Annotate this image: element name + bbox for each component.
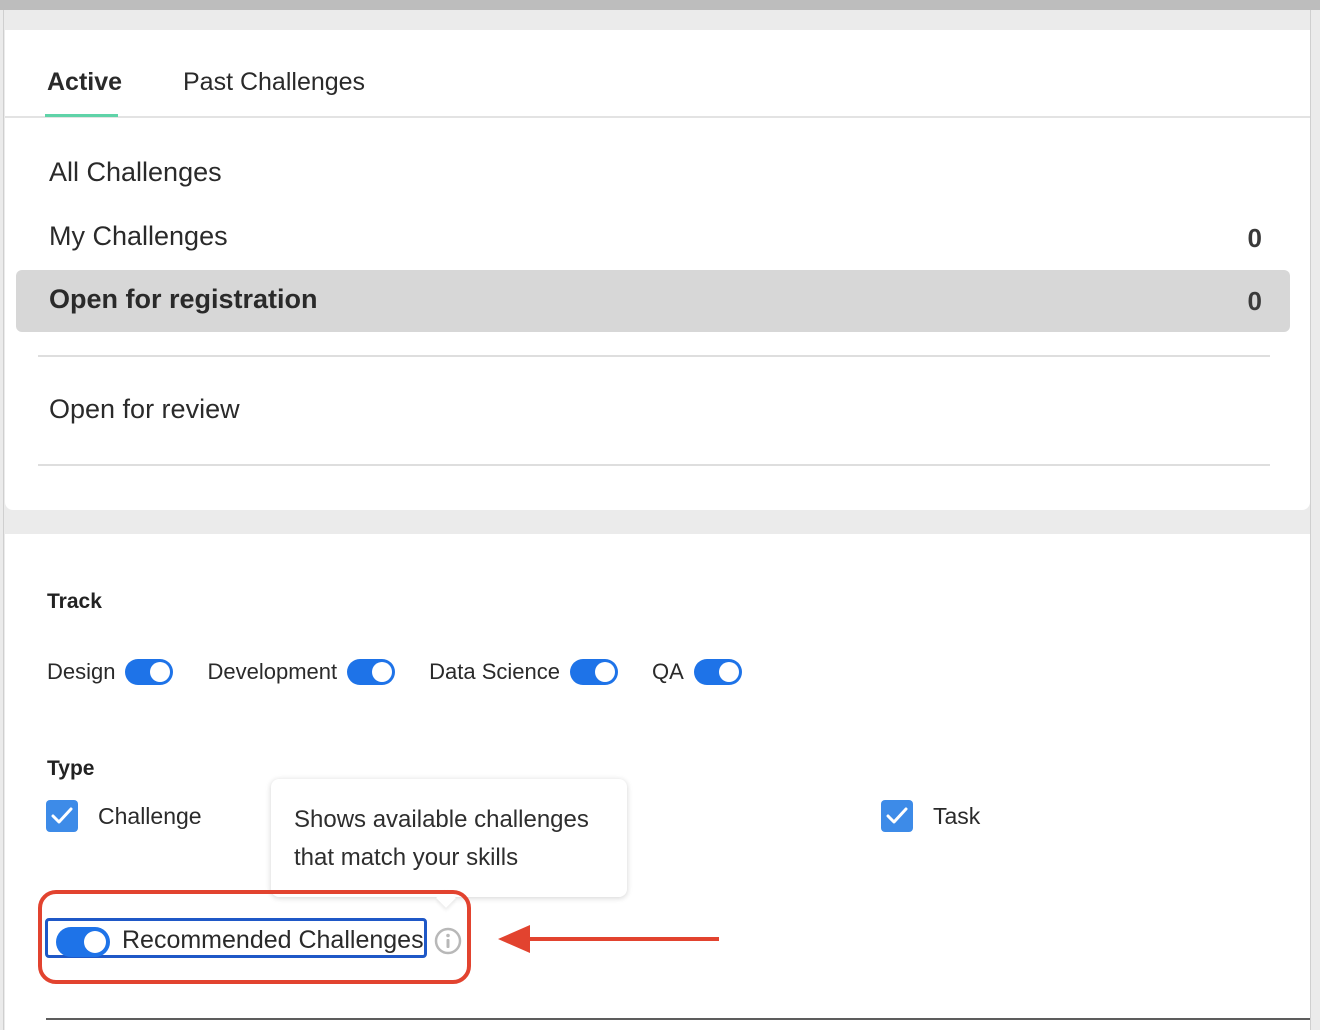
toggle-recommended-challenges[interactable]: [56, 927, 110, 957]
checkbox-label-challenge: Challenge: [98, 802, 202, 829]
annotation-arrow-icon: [498, 925, 719, 953]
bucket-my-challenges[interactable]: My Challenges 0: [16, 207, 1290, 269]
type-challenge-row: Challenge: [46, 800, 202, 832]
tab-past-challenges[interactable]: Past Challenges: [183, 68, 365, 97]
info-icon[interactable]: [434, 927, 462, 955]
divider: [38, 355, 1270, 357]
track-toggles: Design Development Data Science QA: [47, 652, 776, 692]
toggle-knob: [150, 662, 171, 682]
toggle-development[interactable]: [347, 659, 396, 685]
toggle-knob: [718, 662, 739, 682]
bottom-rule: [46, 1018, 1310, 1020]
checkmark-icon: [886, 807, 908, 824]
checkmark-icon: [51, 807, 73, 824]
bucket-count: 0: [1247, 286, 1262, 316]
window-top-band: [0, 0, 1320, 10]
recommended-challenges-label: Recommended Challenges: [122, 926, 424, 954]
bucket-open-for-review[interactable]: Open for review: [16, 380, 1290, 442]
toggle-data-science[interactable]: [569, 659, 618, 685]
checkbox-task[interactable]: [881, 800, 913, 832]
bucket-label: My Challenges: [49, 221, 228, 251]
toggle-design[interactable]: [125, 659, 174, 685]
track-label-qa: QA: [651, 659, 684, 684]
toggle-knob: [372, 662, 393, 682]
bucket-open-for-registration[interactable]: Open for registration 0: [16, 270, 1290, 332]
tooltip-text: Shows available challenges that match yo…: [294, 806, 589, 871]
divider: [38, 464, 1270, 466]
type-task-row: Task: [881, 800, 980, 832]
bucket-label: Open for review: [49, 394, 240, 424]
checkbox-label-task: Task: [933, 802, 981, 829]
status-tabs: Active Past Challenges: [5, 30, 1310, 118]
bucket-label: Open for registration: [49, 284, 318, 314]
track-label-design: Design: [47, 659, 116, 684]
bucket-label: All Challenges: [49, 157, 222, 187]
toggle-knob: [84, 931, 106, 953]
type-section-title: Type: [47, 757, 95, 780]
checkbox-challenge[interactable]: [46, 800, 78, 832]
recommended-tooltip: Shows available challenges that match yo…: [271, 779, 627, 908]
toggle-knob: [594, 662, 615, 682]
challenge-buckets-card: Active Past Challenges All Challenges My…: [5, 30, 1310, 510]
track-label-data-science: Data Science: [429, 659, 560, 684]
track-label-development: Development: [207, 659, 338, 684]
tab-active[interactable]: Active: [47, 68, 122, 97]
bucket-all-challenges[interactable]: All Challenges: [16, 143, 1290, 205]
track-section-title: Track: [47, 590, 102, 613]
bucket-count: 0: [1247, 223, 1262, 253]
toggle-qa[interactable]: [693, 659, 742, 685]
active-tab-indicator: [45, 114, 118, 117]
